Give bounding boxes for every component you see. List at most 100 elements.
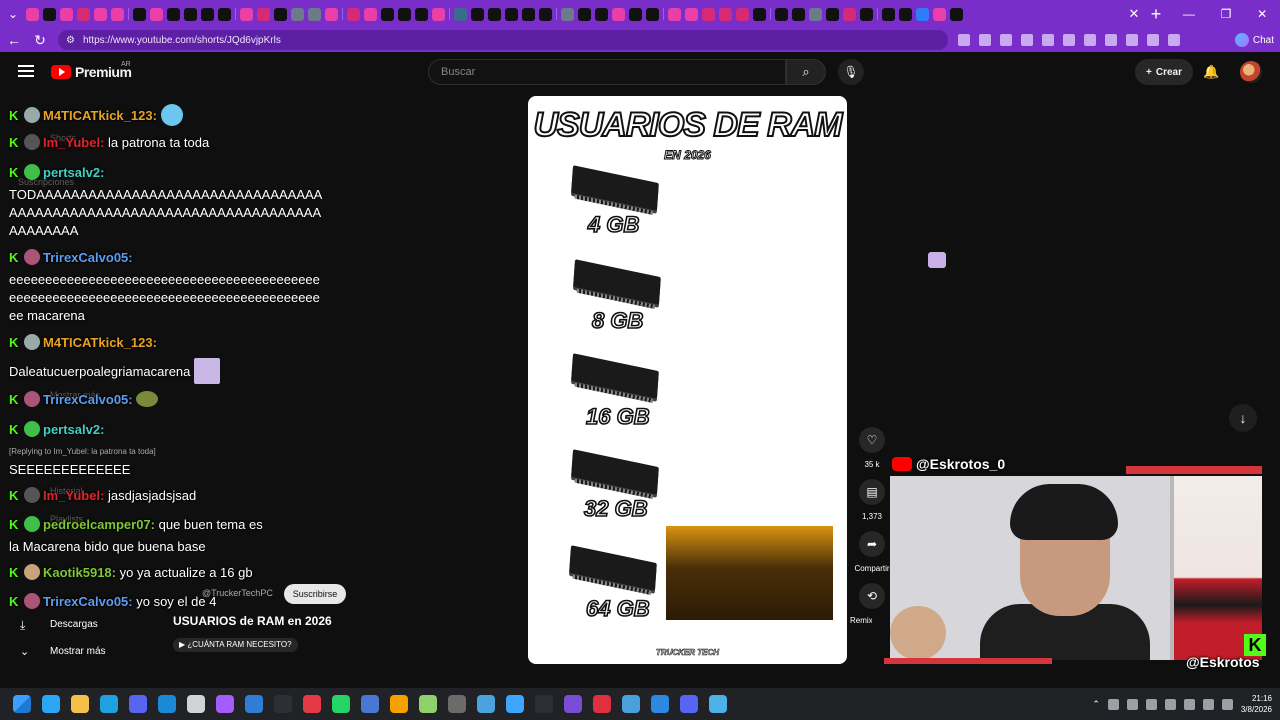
browser-tab[interactable] [578,7,591,21]
extension-icon[interactable] [1063,34,1075,46]
favorite-star-icon[interactable] [979,34,991,46]
tab-list-chevron-icon[interactable]: ⌄ [0,0,26,28]
taskbar-app-icon[interactable] [651,695,669,713]
browser-tab[interactable] [111,7,124,21]
taskbar-app-icon[interactable] [216,695,234,713]
browser-tab[interactable] [809,7,822,21]
browser-tab[interactable] [77,7,90,21]
comment-icon[interactable]: ▤ [859,479,885,505]
shorts-player[interactable]: USUARIOS DE RAM EN 2026 4 GB 8 GB 16 GB … [528,96,847,664]
taskbar-app-icon[interactable] [274,695,292,713]
search-icon[interactable]: ⌕ [786,59,826,85]
taskbar-app-icon[interactable] [506,695,524,713]
extension-icon[interactable] [1042,34,1054,46]
taskbar-app-icon[interactable] [535,695,553,713]
next-short-arrow-icon[interactable]: ↓ [1229,404,1257,432]
browser-tab[interactable] [94,7,107,21]
browser-tab[interactable] [381,7,394,21]
browser-tab[interactable] [398,7,411,21]
taskbar-app-icon[interactable] [332,695,350,713]
browser-tab[interactable] [792,7,805,21]
browser-tab[interactable] [595,7,608,21]
chevron-down-icon[interactable]: ⌄ [20,645,29,658]
taskbar-app-icon[interactable] [158,695,176,713]
browser-tab[interactable] [488,7,501,21]
taskbar-app-icon[interactable] [42,695,60,713]
taskbar-app-icon[interactable] [477,695,495,713]
close-window-icon[interactable]: ✕ [1257,7,1267,21]
tray-overflow-icon[interactable]: ⌃ [1092,699,1100,710]
browser-tab[interactable] [629,7,642,21]
browser-tab[interactable] [882,7,895,21]
more-icon[interactable] [1168,34,1180,46]
copilot-chat-button[interactable]: Chat [1234,33,1274,47]
browser-tab[interactable] [719,7,732,21]
browser-tab[interactable] [753,7,766,21]
browser-tab[interactable] [775,7,788,21]
browser-tab[interactable] [685,7,698,21]
browser-tab[interactable] [274,7,287,21]
browser-tab[interactable] [291,7,304,21]
browser-tab[interactable] [471,7,484,21]
tray-icon[interactable] [1126,698,1138,710]
channel-handle[interactable]: @TruckerTechPC [202,588,273,598]
hamburger-menu-icon[interactable] [18,65,34,77]
taskbar-app-icon[interactable] [390,695,408,713]
downloads-icon[interactable]: ⤓ [20,618,25,633]
account-avatar[interactable] [1240,61,1262,83]
browser-tab[interactable] [347,7,360,21]
back-icon[interactable]: ← [6,32,22,48]
browser-tab[interactable] [60,7,73,21]
browser-tab[interactable] [899,7,912,21]
like-icon[interactable]: ♡ [859,427,885,453]
browser-tab[interactable] [167,7,180,21]
url-field[interactable]: ⚙ https://www.youtube.com/shorts/JQd6vjp… [58,30,948,50]
new-tab-button[interactable]: + [1142,4,1170,25]
tray-icon[interactable] [1145,698,1157,710]
youtube-logo[interactable]: Premium [51,64,132,80]
browser-tab[interactable] [150,7,163,21]
browser-tab[interactable] [668,7,681,21]
browser-tab[interactable] [860,7,873,21]
tray-icon[interactable] [1164,698,1176,710]
extension-icon[interactable] [1126,34,1138,46]
taskbar-app-icon[interactable] [622,695,640,713]
browser-tab[interactable] [43,7,56,21]
notifications-bell-icon[interactable]: 🔔 [1203,64,1219,80]
taskbar-app-icon[interactable] [419,695,437,713]
search-input[interactable]: Buscar [428,59,786,85]
remix-icon[interactable]: ⟲ [859,583,885,609]
browser-tab[interactable] [432,7,445,21]
site-info-icon[interactable]: ⚙ [66,35,75,46]
taskbar-app-icon[interactable] [361,695,379,713]
taskbar-app-icon[interactable] [187,695,205,713]
tab-close-icon[interactable]: ✕ [1126,6,1142,22]
taskbar-app-icon[interactable] [564,695,582,713]
taskbar-app-icon[interactable] [129,695,147,713]
browser-tab[interactable] [415,7,428,21]
sidebar-item-downloads[interactable]: Descargas [50,619,98,630]
taskbar-app-icon[interactable] [709,695,727,713]
wifi-icon[interactable] [1202,698,1214,710]
taskbar-app-icon[interactable] [303,695,321,713]
sidebar-item-show-more[interactable]: Mostrar más [50,646,106,657]
browser-tab[interactable] [933,7,946,21]
browser-tab[interactable] [240,7,253,21]
maximize-icon[interactable]: ❐ [1221,7,1232,21]
browser-tab[interactable] [308,7,321,21]
browser-tab[interactable] [702,7,715,21]
extension-icon[interactable] [1021,34,1033,46]
browser-tab[interactable] [218,7,231,21]
browser-tab[interactable] [184,7,197,21]
browser-tab[interactable] [505,7,518,21]
microphone-icon[interactable]: 🎙 [838,59,864,85]
minimize-icon[interactable]: — [1183,7,1195,21]
tray-icon[interactable] [1183,698,1195,710]
browser-tab[interactable] [612,7,625,21]
browser-tab[interactable] [201,7,214,21]
browser-tab[interactable] [454,7,467,21]
extension-icon[interactable] [958,34,970,46]
subscribe-button[interactable]: Suscribirse [284,584,346,604]
reload-icon[interactable]: ↻ [32,32,48,49]
profile-icon[interactable] [1147,34,1159,46]
